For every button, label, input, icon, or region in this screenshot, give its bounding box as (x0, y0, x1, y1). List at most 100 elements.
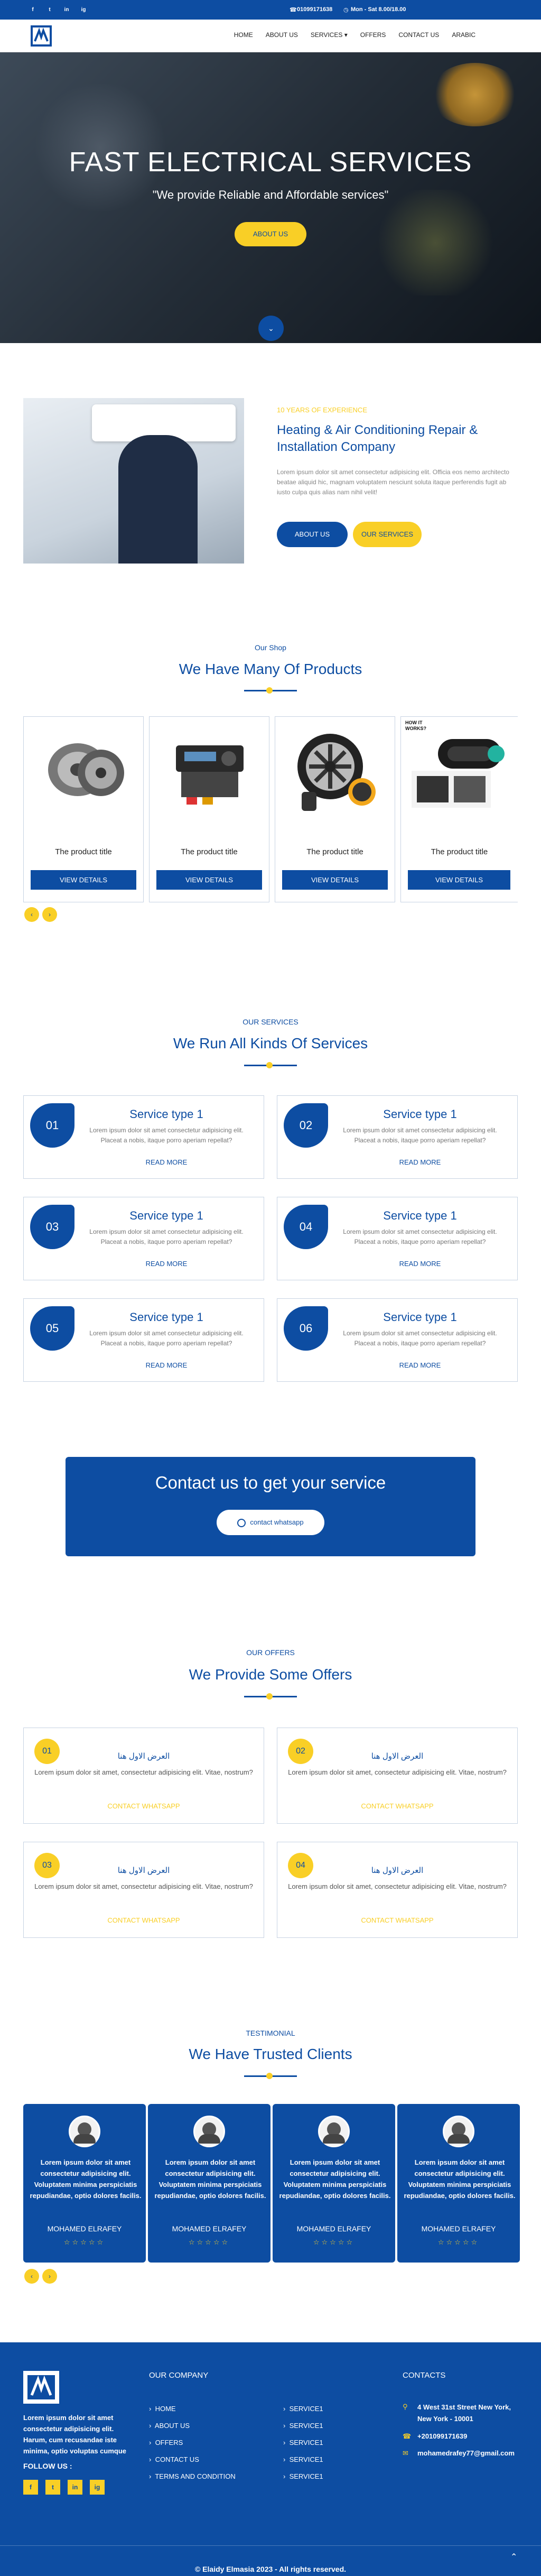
testimonial-card: Lorem ipsum dolor sit amet consectetur a… (23, 2104, 146, 2263)
product-card[interactable]: The product title VIEW DETAILS (149, 716, 269, 902)
twitter-icon[interactable]: t (45, 2480, 60, 2495)
read-more-link[interactable]: READ MORE (335, 1158, 505, 1166)
offer-whatsapp-link[interactable]: CONTACT WHATSAPP (277, 1916, 517, 1924)
offer-card[interactable]: 03 العرض الاول هنا Lorem ipsum dolor sit… (23, 1842, 264, 1938)
scroll-down-button[interactable]: ⌄ (258, 316, 284, 341)
footer-link-home[interactable]: › HOME (149, 2405, 176, 2413)
view-details-button[interactable]: VIEW DETAILS (282, 870, 388, 890)
about-us-button[interactable]: ABOUT US (277, 522, 348, 547)
product-card[interactable]: The product title VIEW DETAILS (275, 716, 395, 902)
offer-title: العرض الاول هنا (117, 1866, 170, 1875)
nav-arabic[interactable]: ARABIC (445, 31, 482, 39)
offer-card[interactable]: 01 العرض الاول هنا Lorem ipsum dolor sit… (23, 1728, 264, 1824)
follow-us-label: FOLLOW US : (23, 2462, 72, 2470)
contact-whatsapp-button[interactable]: contact whatsapp (217, 1510, 324, 1535)
testimonial-next-button[interactable]: › (42, 2269, 57, 2284)
footer-service-link[interactable]: › SERVICE1 (283, 2439, 323, 2446)
service-title: Service type 1 (129, 1209, 203, 1222)
service-number: 04 (284, 1205, 328, 1249)
read-more-link[interactable]: READ MORE (82, 1361, 251, 1369)
service-description: Lorem ipsum dolor sit amet consectetur a… (89, 1329, 244, 1347)
testimonial-card: Lorem ipsum dolor sit amet consectetur a… (273, 2104, 395, 2263)
instagram-icon[interactable]: ig (90, 2480, 105, 2495)
service-card[interactable]: 05 Service type 1 Lorem ipsum dolor sit … (23, 1298, 264, 1382)
read-more-link[interactable]: READ MORE (335, 1361, 505, 1369)
footer-link-offers[interactable]: › OFFERS (149, 2439, 183, 2446)
footer-service-label: SERVICE1 (289, 2422, 323, 2430)
footer-link-contact[interactable]: › CONTACT US (149, 2455, 199, 2463)
read-more-link[interactable]: READ MORE (82, 1260, 251, 1268)
read-more-link[interactable]: READ MORE (82, 1158, 251, 1166)
our-services-button[interactable]: OUR SERVICES (353, 522, 422, 547)
service-number: 06 (284, 1306, 328, 1351)
offer-card[interactable]: 04 العرض الاول هنا Lorem ipsum dolor sit… (277, 1842, 518, 1938)
whatsapp-icon (237, 1518, 246, 1527)
working-hours: Mon - Sat 8.00/18.00 (351, 6, 406, 13)
site-logo[interactable] (31, 25, 52, 47)
footer-service-link[interactable]: › SERVICE1 (283, 2455, 323, 2463)
copyright-text: © Elaidy Elmasia 2023 - All rights reser… (194, 2565, 347, 2573)
facebook-icon[interactable]: f (29, 6, 37, 14)
rating-stars: ☆☆☆☆☆ (63, 2238, 106, 2246)
offer-whatsapp-link[interactable]: CONTACT WHATSAPP (277, 1802, 517, 1810)
testimonial-card: Lorem ipsum dolor sit amet consectetur a… (397, 2104, 520, 2263)
offer-title: العرض الاول هنا (117, 1752, 170, 1761)
avatar (69, 2116, 100, 2147)
service-card[interactable]: 03 Service type 1 Lorem ipsum dolor sit … (23, 1197, 264, 1280)
product-card[interactable]: HOW IT WORKS? The product title VIEW DET… (400, 716, 518, 902)
testimonial-prev-button[interactable]: ‹ (24, 2269, 39, 2284)
twitter-icon[interactable]: t (45, 6, 54, 14)
testimonial-text: Lorem ipsum dolor sit amet consectetur a… (154, 2158, 266, 2200)
service-title: Service type 1 (129, 1310, 203, 1324)
linkedin-icon[interactable]: in (68, 2480, 82, 2495)
footer-service-link[interactable]: › SERVICE1 (283, 2405, 323, 2413)
footer-link-terms[interactable]: › TERMS AND CONDITION (149, 2472, 236, 2480)
footer-about-text: Lorem ipsum dolor sit amet consectetur a… (23, 2414, 127, 2455)
footer-email[interactable]: mohamedrafey77@gmail.com (417, 2449, 515, 2457)
view-details-button[interactable]: VIEW DETAILS (156, 870, 262, 890)
service-card[interactable]: 06 Service type 1 Lorem ipsum dolor sit … (277, 1298, 518, 1382)
offer-whatsapp-link[interactable]: CONTACT WHATSAPP (24, 1916, 264, 1924)
instagram-icon[interactable]: ig (79, 6, 88, 14)
view-details-button[interactable]: VIEW DETAILS (408, 870, 510, 890)
carousel-next-button[interactable]: › (42, 907, 57, 922)
top-bar: f t in ig ☎ 01099171638 ◷ Mon - Sat 8.00… (0, 0, 541, 20)
footer-service-link[interactable]: › SERVICE1 (283, 2422, 323, 2430)
nav-contact[interactable]: CONTACT US (392, 31, 445, 39)
offer-card[interactable]: 02 العرض الاول هنا Lorem ipsum dolor sit… (277, 1728, 518, 1824)
nav-offers[interactable]: OFFERS (354, 31, 393, 39)
hero-about-button[interactable]: ABOUT US (235, 222, 306, 246)
offer-whatsapp-link[interactable]: CONTACT WHATSAPP (24, 1802, 264, 1810)
services-title: We Run All Kinds Of Services (173, 1035, 368, 1051)
service-card[interactable]: 01 Service type 1 Lorem ipsum dolor sit … (23, 1095, 264, 1179)
nav-services[interactable]: SERVICES ▾ (304, 31, 354, 39)
rating-stars: ☆☆☆☆☆ (188, 2238, 230, 2246)
hero-subtitle: "We provide Reliable and Affordable serv… (152, 188, 389, 201)
cta-title: Contact us to get your service (155, 1473, 386, 1492)
carousel-prev-button[interactable]: ‹ (24, 907, 39, 922)
offer-title: العرض الاول هنا (371, 1752, 424, 1761)
facebook-icon[interactable]: f (23, 2480, 38, 2495)
view-details-button[interactable]: VIEW DETAILS (31, 870, 136, 890)
phone-number[interactable]: 01099171638 (297, 6, 332, 13)
offers-divider (244, 1693, 297, 1700)
footer-logo[interactable] (23, 2371, 59, 2404)
technician-figure (118, 435, 198, 564)
service-description: Lorem ipsum dolor sit amet consectetur a… (343, 1127, 497, 1144)
service-title: Service type 1 (383, 1209, 457, 1222)
footer-service-link[interactable]: › SERVICE1 (283, 2472, 323, 2480)
service-card[interactable]: 04 Service type 1 Lorem ipsum dolor sit … (277, 1197, 518, 1280)
footer-link-about[interactable]: › ABOUT US (149, 2422, 190, 2430)
back-to-top-icon[interactable]: ⌃ (510, 2552, 517, 2562)
product-card[interactable]: The product title VIEW DETAILS (23, 716, 144, 902)
nav-home[interactable]: HOME (228, 31, 259, 39)
product-title: The product title (55, 847, 112, 856)
read-more-link[interactable]: READ MORE (335, 1260, 505, 1268)
about-image (23, 398, 244, 564)
linkedin-icon[interactable]: in (62, 6, 71, 14)
footer-phone[interactable]: +201099171639 (417, 2432, 467, 2440)
nav-about[interactable]: ABOUT US (259, 31, 304, 39)
service-card[interactable]: 02 Service type 1 Lorem ipsum dolor sit … (277, 1095, 518, 1179)
service-number: 05 (30, 1306, 74, 1351)
brake-disc-image (48, 743, 124, 796)
